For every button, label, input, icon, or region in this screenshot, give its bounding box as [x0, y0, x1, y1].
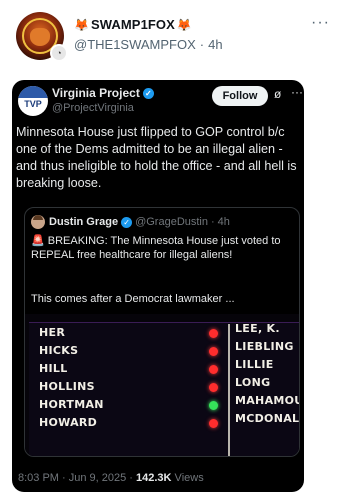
- quoted-author-handle: @GrageDustin: [135, 216, 208, 228]
- vote-name-right: LILLIE: [235, 358, 274, 371]
- quoted-post: Dustin Grage ✓ @GrageDustin · 4h 🚨 BREAK…: [24, 207, 300, 457]
- separator: ·: [199, 37, 205, 52]
- vote-name-right: LEE, K.: [235, 322, 280, 335]
- fox-emoji-icon: 🦊: [74, 17, 89, 32]
- author-handle[interactable]: @THE1SWAMPFOX: [74, 37, 196, 52]
- embedded-author-row: Virginia Project ✓: [52, 86, 154, 100]
- more-options-button[interactable]: ···: [311, 14, 330, 32]
- vote-name-left: HER: [39, 326, 66, 339]
- vote-name-left: HOLLINS: [39, 380, 95, 393]
- vote-light: [209, 383, 218, 392]
- view-count: 142.3K: [136, 472, 172, 484]
- vote-name-left: HORTMAN: [39, 398, 104, 411]
- post-age[interactable]: 4h: [208, 37, 222, 52]
- grok-icon: ø: [274, 87, 282, 101]
- vote-name-left: HOWARD: [39, 416, 98, 429]
- author-name-row[interactable]: 🦊 SWAMP1FOX 🦊: [74, 17, 192, 32]
- embedded-post-timestamp: 8:03 PM · Jun 9, 2025 ·: [18, 472, 137, 484]
- vote-light: [209, 419, 218, 428]
- fox-emoji-icon: 🦊: [176, 17, 192, 32]
- embedded-author-handle: @ProjectVirginia: [52, 102, 134, 114]
- quoted-post-text: 🚨 BREAKING: The Minnesota House just vot…: [31, 235, 281, 261]
- quoted-post-text-continued: This comes after a Democrat lawmaker ...: [31, 293, 235, 305]
- vote-light: [209, 401, 218, 410]
- quoted-author-avatar: [31, 215, 45, 229]
- views-label: Views: [171, 472, 204, 484]
- verified-badge-icon: ✓: [142, 87, 154, 99]
- embedded-post-text: Minnesota House just flipped to GOP cont…: [16, 125, 297, 190]
- separator: ·: [211, 216, 215, 228]
- embedded-author-name: Virginia Project: [52, 86, 140, 100]
- verified-badge-icon: ✓: [121, 216, 133, 228]
- embedded-post-footer: 8:03 PM · Jun 9, 2025 · 142.3K Views: [18, 472, 204, 484]
- author-display-name[interactable]: SWAMP1FOX: [91, 17, 175, 32]
- vote-board-photo: HER HICKS HILL HOLLINS HORTMAN HOWARD LE…: [25, 314, 300, 456]
- follow-button: Follow: [212, 86, 268, 106]
- vote-name-right: LIEBLING: [235, 340, 294, 353]
- quoted-post-age: 4h: [217, 216, 230, 228]
- more-icon: ···: [291, 85, 303, 99]
- fox-face-icon: [30, 28, 50, 46]
- vote-light: [209, 347, 218, 356]
- vote-name-left: HICKS: [39, 344, 79, 357]
- vote-light: [209, 329, 218, 338]
- vote-name-right: LONG: [235, 376, 271, 389]
- vote-name-right: MAHAMOU: [235, 394, 300, 407]
- virginia-project-avatar: TVP: [18, 86, 48, 116]
- author-handle-row: @THE1SWAMPFOX · 4h: [74, 37, 223, 52]
- vote-board-divider: [228, 324, 230, 456]
- vote-light: [209, 365, 218, 374]
- quoted-author-name: Dustin Grage: [49, 216, 119, 228]
- flag-stripe: [18, 86, 48, 98]
- avatar-hair: [33, 215, 43, 220]
- affiliate-badge-icon[interactable]: ◔: [50, 44, 68, 62]
- avatar-text: TVP: [24, 99, 42, 109]
- vote-name-left: HILL: [39, 362, 68, 375]
- vote-name-right: MCDONALI: [235, 412, 300, 425]
- quoted-author-row: Dustin Grage ✓ @GrageDustin · 4h: [49, 216, 230, 228]
- post-image[interactable]: TVP Virginia Project ✓ @ProjectVirginia …: [12, 80, 304, 492]
